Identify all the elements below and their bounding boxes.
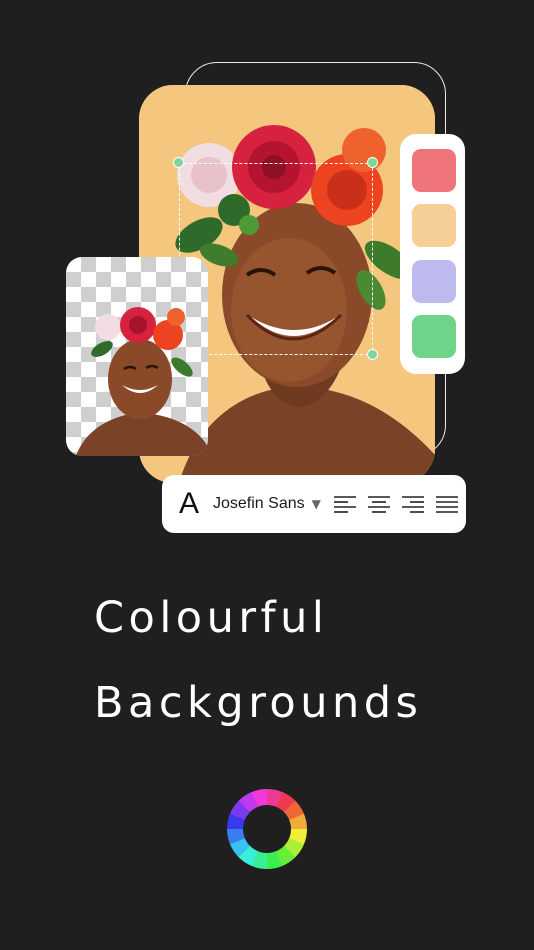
headline-line-2: Backgrounds [94,678,423,728]
font-selector[interactable]: Josefin Sans [213,495,305,513]
resize-handle-top-left[interactable] [173,157,184,168]
align-left-icon[interactable] [333,495,356,513]
align-center-icon[interactable] [367,495,390,513]
align-right-icon[interactable] [401,495,424,513]
font-icon[interactable]: A [176,489,202,519]
headline-line-1: Colourful [94,593,329,643]
text-toolbar: A Josefin Sans ▼ [162,475,466,533]
align-justify-icon[interactable] [435,495,458,513]
chevron-down-icon[interactable]: ▼ [312,497,321,511]
cutout-preview[interactable] [66,257,208,456]
selection-box[interactable] [179,163,373,355]
color-swatch-green[interactable] [412,315,456,358]
resize-handle-top-right[interactable] [367,157,378,168]
color-wheel-icon [227,789,307,869]
color-swatch-red[interactable] [412,149,456,192]
color-swatch-lavender[interactable] [412,260,456,303]
color-swatch-peach[interactable] [412,204,456,247]
resize-handle-bottom-right[interactable] [367,349,378,360]
color-palette [400,134,465,374]
